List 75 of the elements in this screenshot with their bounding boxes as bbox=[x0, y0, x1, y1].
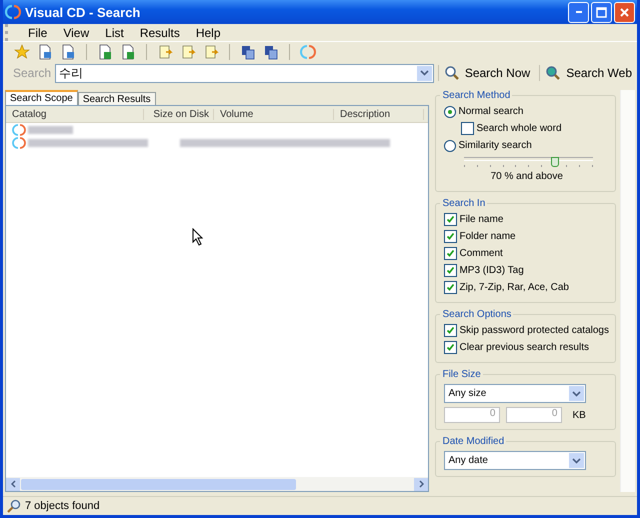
maximize-button[interactable] bbox=[591, 2, 612, 22]
checkbox[interactable] bbox=[444, 281, 458, 294]
minimize-button[interactable] bbox=[568, 2, 589, 22]
search-icon bbox=[7, 499, 21, 513]
column-header[interactable]: Volume bbox=[214, 108, 334, 120]
menu-item[interactable]: Results bbox=[132, 26, 188, 40]
group-title: Search Options bbox=[441, 309, 512, 320]
checkbox-option[interactable]: Comment bbox=[444, 245, 609, 262]
globe-magnifier-icon bbox=[545, 65, 562, 81]
maximize-icon bbox=[596, 6, 607, 18]
magnifier-icon bbox=[444, 65, 460, 81]
group-title: Search In bbox=[441, 198, 486, 209]
document-icon[interactable] bbox=[37, 44, 53, 60]
search-label: Search bbox=[13, 66, 52, 80]
checkbox-option[interactable]: Clear previous search results bbox=[444, 339, 609, 356]
group-title: Date Modified bbox=[441, 436, 506, 447]
status-text: 7 objects found bbox=[25, 500, 100, 512]
catalog-icon bbox=[12, 124, 26, 136]
column-header[interactable]: Size on Disk bbox=[144, 108, 214, 120]
document-icon[interactable] bbox=[120, 44, 136, 60]
checkbox[interactable] bbox=[461, 122, 474, 135]
document-icon[interactable] bbox=[60, 44, 76, 60]
checkbox-option[interactable]: MP3 (ID3) Tag bbox=[444, 262, 609, 279]
document-icon[interactable] bbox=[97, 44, 113, 60]
checkbox-option[interactable]: Skip password protected catalogs bbox=[444, 322, 609, 339]
menu-item[interactable]: Help bbox=[188, 26, 229, 40]
horizontal-scrollbar[interactable] bbox=[6, 477, 428, 491]
checkbox[interactable] bbox=[444, 213, 458, 226]
menu-item[interactable]: List bbox=[97, 26, 132, 40]
checkbox-option[interactable]: Zip, 7-Zip, Rar, Ace, Cab bbox=[444, 279, 609, 296]
star-icon[interactable] bbox=[14, 44, 30, 60]
similarity-reading: 70 % and above bbox=[490, 171, 564, 184]
search-web-button[interactable]: Search Web bbox=[539, 65, 637, 81]
checkbox[interactable] bbox=[444, 341, 458, 354]
note-icon[interactable] bbox=[203, 44, 219, 60]
size-dropdown[interactable]: Any size bbox=[444, 384, 586, 403]
minimize-icon bbox=[576, 11, 582, 13]
date-dropdown[interactable]: Any date bbox=[444, 451, 586, 470]
checkbox-option[interactable]: Folder name bbox=[444, 228, 609, 245]
close-icon bbox=[619, 6, 630, 18]
close-button[interactable] bbox=[614, 2, 635, 22]
copy-icon[interactable] bbox=[263, 44, 279, 60]
window-title: Visual CD - Search bbox=[25, 4, 142, 20]
menu-item[interactable]: File bbox=[20, 26, 56, 40]
checkbox-option[interactable]: Search whole word bbox=[444, 120, 609, 137]
radio-option[interactable]: Normal search bbox=[444, 103, 609, 120]
note-icon[interactable] bbox=[157, 44, 173, 60]
slider-thumb[interactable] bbox=[551, 157, 560, 167]
checkbox[interactable] bbox=[444, 264, 458, 277]
copy-icon[interactable] bbox=[240, 44, 256, 60]
column-header[interactable]: Catalog bbox=[6, 108, 144, 120]
group-title: File Size bbox=[441, 369, 482, 380]
scroll-left-button[interactable] bbox=[6, 478, 20, 490]
radio-option[interactable]: Similarity search bbox=[444, 137, 609, 154]
menu-item[interactable]: View bbox=[55, 26, 98, 40]
note-icon[interactable] bbox=[180, 44, 196, 60]
checkbox-option[interactable]: File name bbox=[444, 211, 609, 228]
mouse-pointer-icon bbox=[192, 228, 206, 246]
checkbox[interactable] bbox=[444, 247, 458, 260]
tab[interactable]: Search Results bbox=[78, 92, 156, 105]
blurred-text bbox=[28, 126, 73, 134]
checkbox[interactable] bbox=[444, 230, 458, 243]
tab[interactable]: Search Scope bbox=[5, 90, 78, 105]
column-header[interactable]: Description bbox=[334, 108, 424, 120]
search-field[interactable]: 수리 bbox=[55, 64, 434, 82]
radio-button[interactable] bbox=[444, 140, 456, 152]
radio-button[interactable] bbox=[444, 106, 456, 118]
app-logo-icon bbox=[5, 4, 21, 20]
checkbox[interactable] bbox=[444, 324, 458, 337]
search-now-button[interactable]: Search Now bbox=[438, 65, 536, 81]
group-title: Search Method bbox=[441, 90, 512, 101]
catalog-icon bbox=[12, 136, 26, 148]
vertical-scrollbar[interactable] bbox=[620, 90, 635, 492]
unit-label: KB bbox=[572, 410, 586, 420]
scroll-right-button[interactable] bbox=[414, 478, 428, 490]
